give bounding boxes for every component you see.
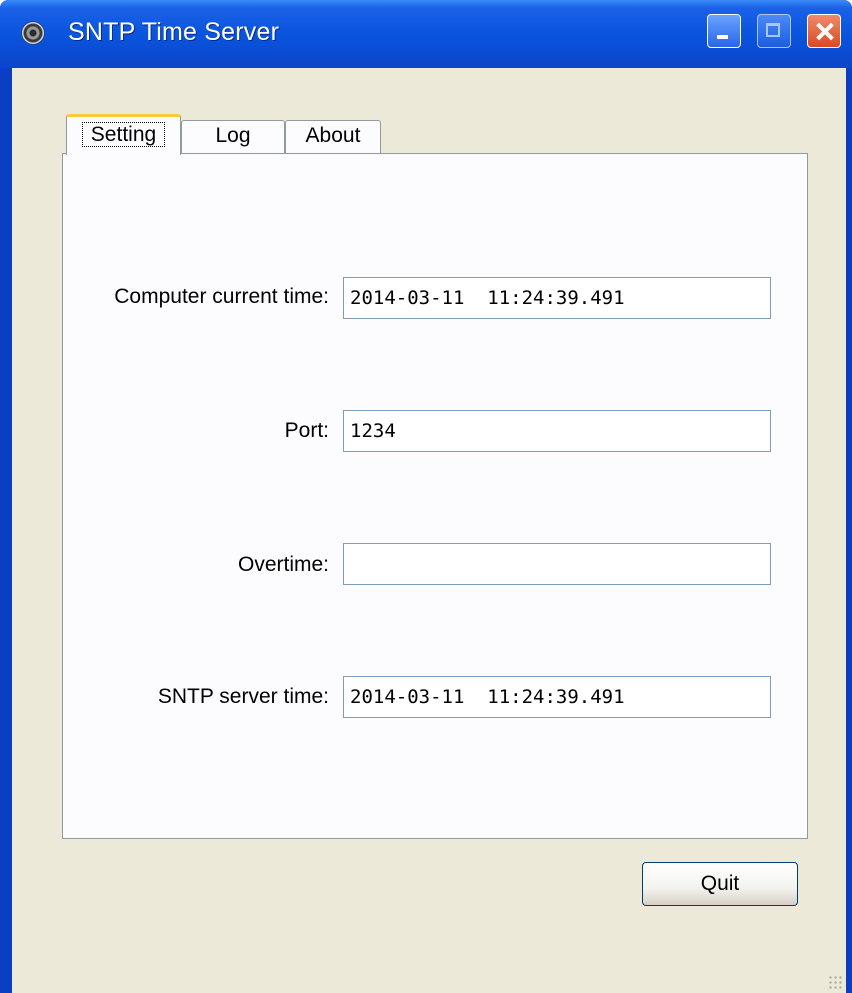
setting-panel: Computer current time: Port: Overtime: S… [62, 153, 808, 839]
tab-about-label: About [305, 124, 361, 147]
sntp-server-time-field[interactable] [343, 676, 771, 718]
overtime-field[interactable] [343, 543, 771, 585]
title-bar[interactable]: SNTP Time Server [0, 0, 852, 68]
tab-setting[interactable]: Setting [66, 114, 181, 155]
close-icon[interactable] [807, 14, 841, 48]
tab-setting-label: Setting [81, 122, 166, 147]
quit-button[interactable]: Quit [642, 862, 798, 906]
computer-time-field[interactable] [343, 277, 771, 319]
app-window: SNTP Time Server Setting Log About Compu… [0, 0, 852, 993]
client-area: Setting Log About Computer current time:… [12, 68, 846, 993]
sntp-server-time-label: SNTP server time: [157, 685, 329, 708]
maximize-icon[interactable] [757, 14, 791, 48]
port-label: Port: [284, 419, 329, 442]
app-disc-icon[interactable] [22, 22, 44, 44]
window-title: SNTP Time Server [68, 18, 280, 46]
computer-time-label: Computer current time: [114, 285, 329, 308]
overtime-label: Overtime: [237, 553, 329, 576]
minimize-icon[interactable] [707, 14, 741, 48]
tab-log[interactable]: Log [181, 120, 285, 154]
port-field[interactable] [343, 410, 771, 452]
tab-log-label: Log [215, 124, 251, 147]
resize-grip-icon[interactable] [828, 975, 842, 989]
tab-about[interactable]: About [285, 120, 381, 154]
